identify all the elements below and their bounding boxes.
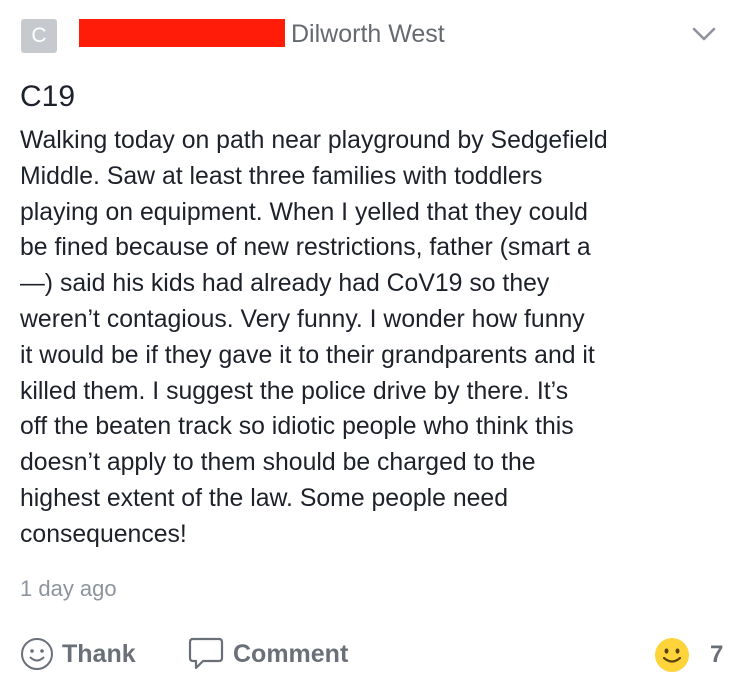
post-header: C Dilworth West xyxy=(0,0,737,70)
post-body: Walking today on path near playground by… xyxy=(20,123,720,553)
redacted-author-name xyxy=(79,19,285,47)
avatar[interactable]: C xyxy=(21,19,57,53)
smiley-emoji-icon xyxy=(655,638,689,672)
post-body-line: playing on equipment. When I yelled that… xyxy=(20,198,588,226)
thank-label: Thank xyxy=(62,640,136,668)
reaction-summary[interactable]: 7 xyxy=(654,635,723,675)
post-timestamp: 1 day ago xyxy=(20,576,117,601)
post-title: C19 xyxy=(20,80,76,113)
post-body-line: be fined because of new restrictions, fa… xyxy=(20,234,591,262)
smiley-outline-icon xyxy=(21,638,53,670)
post-body-line: consequences! xyxy=(20,520,187,548)
post-body-line: doesn’t apply to them should be charged … xyxy=(20,449,536,477)
thank-button[interactable]: Thank xyxy=(20,630,136,678)
post-body-line: weren’t contagious. Very funny. I wonder… xyxy=(20,305,585,333)
post-body-line: killed them. I suggest the police drive … xyxy=(20,377,569,405)
comment-button[interactable]: Comment xyxy=(187,630,348,678)
reaction-count: 7 xyxy=(710,641,724,668)
post-body-line: Middle. Saw at least three families with… xyxy=(20,162,543,190)
post-body-line: Walking today on path near playground by… xyxy=(20,127,608,154)
post-body-line: off the beaten track so idiotic people w… xyxy=(20,413,574,441)
post-body-line: highest extent of the law. Some people n… xyxy=(20,484,509,512)
post-body-line: —) said his kids had already had CoV19 s… xyxy=(20,270,550,298)
comment-label: Comment xyxy=(233,640,349,668)
post-actions: Thank Comment 7 xyxy=(0,630,737,680)
post-body-line: it would be if they gave it to their gra… xyxy=(20,341,595,369)
chevron-down-icon[interactable] xyxy=(691,24,717,44)
speech-bubble-icon xyxy=(188,637,224,670)
neighborhood-label[interactable]: Dilworth West xyxy=(291,18,445,50)
